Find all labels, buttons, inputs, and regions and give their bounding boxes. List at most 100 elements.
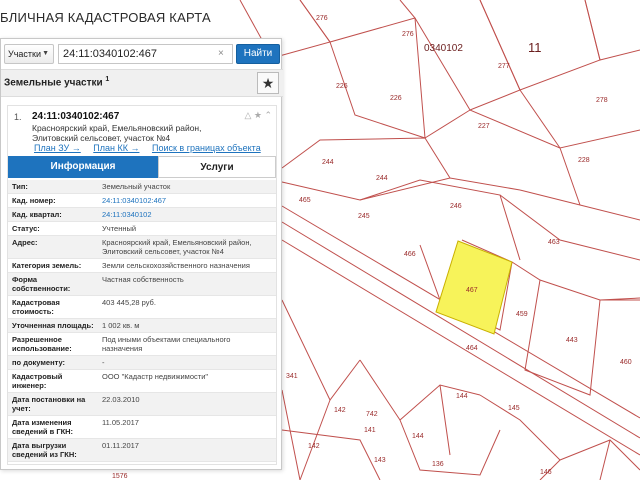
- attribute-row: Уточненная площадь: 1 002 кв. м: [8, 319, 276, 333]
- attribute-row: по документу: -: [8, 356, 276, 370]
- attribute-label: Категория земель:: [12, 261, 82, 270]
- parcel-label: 443: [566, 337, 578, 344]
- attribute-row: Кадастровая стоимость: 403 445,28 руб.: [8, 296, 276, 319]
- attribute-label: Дата изменения сведений в ГКН:: [12, 418, 74, 436]
- parcel-label: 142: [308, 443, 320, 450]
- parcel-label: 460: [620, 359, 632, 366]
- attribute-value: 11.05.2017: [102, 418, 139, 427]
- attribute-value: 01.11.2017: [102, 441, 139, 450]
- attribute-value: Частная собственность: [102, 275, 184, 284]
- section-title-text: Земельные участки: [4, 77, 103, 89]
- search-type-label: Участки: [8, 49, 41, 59]
- parcel-label: 144: [412, 433, 424, 440]
- favorites-star-icon[interactable]: ★: [257, 72, 279, 94]
- parcel-label: 463: [548, 239, 560, 246]
- attribute-row: Разрешенное использование: Под иными объе…: [8, 333, 276, 356]
- plan-zu-link[interactable]: План ЗУ →: [34, 143, 81, 153]
- attribute-label: Кад. квартал:: [12, 210, 62, 219]
- parcel-label: 136: [432, 461, 444, 468]
- card-tabs: Информация Услуги: [8, 156, 276, 178]
- quarter-label: 0340102: [424, 43, 463, 54]
- parcel-label: 459: [516, 311, 528, 318]
- result-cadastral-id[interactable]: 24:11:0340102:467: [32, 111, 119, 122]
- parcel-label: 466: [404, 251, 416, 258]
- attribute-row: Дата изменения сведений в ГКН: 11.05.2017: [8, 416, 276, 439]
- search-bar: Участки ▼ × Найти: [1, 39, 283, 67]
- parcel-label: 226: [336, 83, 348, 90]
- attribute-value: -: [102, 358, 105, 367]
- attribute-value: Красноярский край, Емельяновский район, …: [102, 238, 252, 256]
- attribute-label: Разрешенное использование:: [12, 335, 72, 353]
- plan-kk-link[interactable]: План КК →: [93, 143, 139, 153]
- attribute-label: Кад. номер:: [12, 196, 56, 205]
- attribute-label: Уточненная площадь:: [12, 321, 94, 330]
- search-panel: Участки ▼ × Найти Земельные участки 1 ★ …: [0, 38, 283, 470]
- result-action-icons[interactable]: △ ★ ⌃: [244, 110, 272, 121]
- attribute-row: Форма собственности: Частная собственност…: [8, 273, 276, 296]
- attribute-row: Кад. номер: 24:11:0340102:467: [8, 194, 276, 208]
- parcel-label: 277: [498, 63, 510, 70]
- parcel-label: 146: [540, 469, 552, 476]
- attribute-row: Статус: Учтенный: [8, 222, 276, 236]
- result-number: 1.: [14, 112, 22, 122]
- block-label: 11: [528, 40, 542, 55]
- attribute-row: Адрес: Красноярский край, Емельяновский р…: [8, 236, 276, 259]
- section-title: Земельные участки 1: [4, 76, 109, 88]
- search-type-select[interactable]: Участки ▼: [4, 44, 54, 64]
- parcel-label: 145: [508, 405, 520, 412]
- parcel-label: 143: [374, 457, 386, 464]
- attribute-label: по документу:: [12, 358, 66, 367]
- parcel-label: 245: [358, 213, 370, 220]
- parcel-label: 742: [366, 411, 378, 418]
- attribute-label: Дата выгрузки сведений из ГКН:: [12, 441, 77, 459]
- attribute-row: Кад. квартал: 24:11:0340102: [8, 208, 276, 222]
- attribute-value: 403 445,28 руб.: [102, 298, 156, 307]
- parcel-label: 467: [466, 287, 478, 294]
- parcel-label: 142: [334, 407, 346, 414]
- attribute-label: Форма собственности:: [12, 275, 71, 293]
- attribute-row: Тип: Земельный участок: [8, 180, 276, 194]
- attribute-value: ООО "Кадастр недвижимости": [102, 372, 209, 381]
- attribute-label: Тип:: [12, 182, 28, 191]
- attribute-label: Кадастровая стоимость:: [12, 298, 60, 316]
- parcel-label: 244: [322, 159, 334, 166]
- attribute-value: Земельный участок: [102, 182, 171, 191]
- attribute-label: Статус:: [12, 224, 40, 233]
- parcel-label: 1576: [112, 473, 128, 480]
- attribute-row: Кадастровый инженер: ООО "Кадастр недвижи…: [8, 370, 276, 393]
- attribute-value[interactable]: 24:11:0340102: [98, 208, 276, 221]
- parcel-label: 227: [478, 123, 490, 130]
- attribute-value: Под иными объектами специального назначе…: [102, 335, 231, 353]
- attribute-value: 22.03.2010: [102, 395, 140, 404]
- parcel-label: 464: [466, 345, 478, 352]
- clear-icon[interactable]: ×: [218, 45, 224, 63]
- attribute-value: 1 002 кв. м: [102, 321, 140, 330]
- result-address: Красноярский край, Емельяновский район, …: [32, 123, 202, 143]
- chevron-down-icon: ▼: [42, 50, 49, 57]
- section-header: Земельные участки 1 ★: [1, 69, 283, 97]
- parcel-label: 341: [286, 373, 298, 380]
- result-count: 1: [105, 76, 110, 83]
- attribute-value: Земли сельскохозяйственного назначения: [102, 261, 250, 270]
- attribute-label: Кадастровый инженер:: [12, 372, 63, 390]
- tab-information[interactable]: Информация: [8, 156, 158, 178]
- attribute-label: Адрес:: [12, 238, 38, 247]
- parcel-label: 228: [578, 157, 590, 164]
- attribute-value: Учтенный: [102, 224, 137, 233]
- attribute-row: Дата постановки на учет: 22.03.2010: [8, 393, 276, 416]
- parcel-label: 278: [596, 97, 608, 104]
- search-button[interactable]: Найти: [236, 44, 280, 64]
- attribute-row: Категория земель: Земли сельскохозяйствен…: [8, 259, 276, 273]
- parcel-label: 244: [376, 175, 388, 182]
- attribute-row: Дата выгрузки сведений из ГКН: 01.11.2017: [8, 439, 276, 462]
- parcel-label: 276: [316, 15, 328, 22]
- attribute-value[interactable]: 24:11:0340102:467: [98, 194, 276, 207]
- parcel-label: 144: [456, 393, 468, 400]
- search-input[interactable]: [58, 44, 233, 64]
- tab-services[interactable]: Услуги: [158, 156, 276, 178]
- parcel-label: 141: [364, 427, 376, 434]
- attributes-table: Тип: Земельный участок Кад. номер: 24:11:03…: [8, 180, 276, 462]
- parcel-label: 246: [450, 203, 462, 210]
- result-card[interactable]: 1. 24:11:0340102:467 Красноярский край, …: [7, 105, 277, 465]
- parcel-label: 465: [299, 197, 311, 204]
